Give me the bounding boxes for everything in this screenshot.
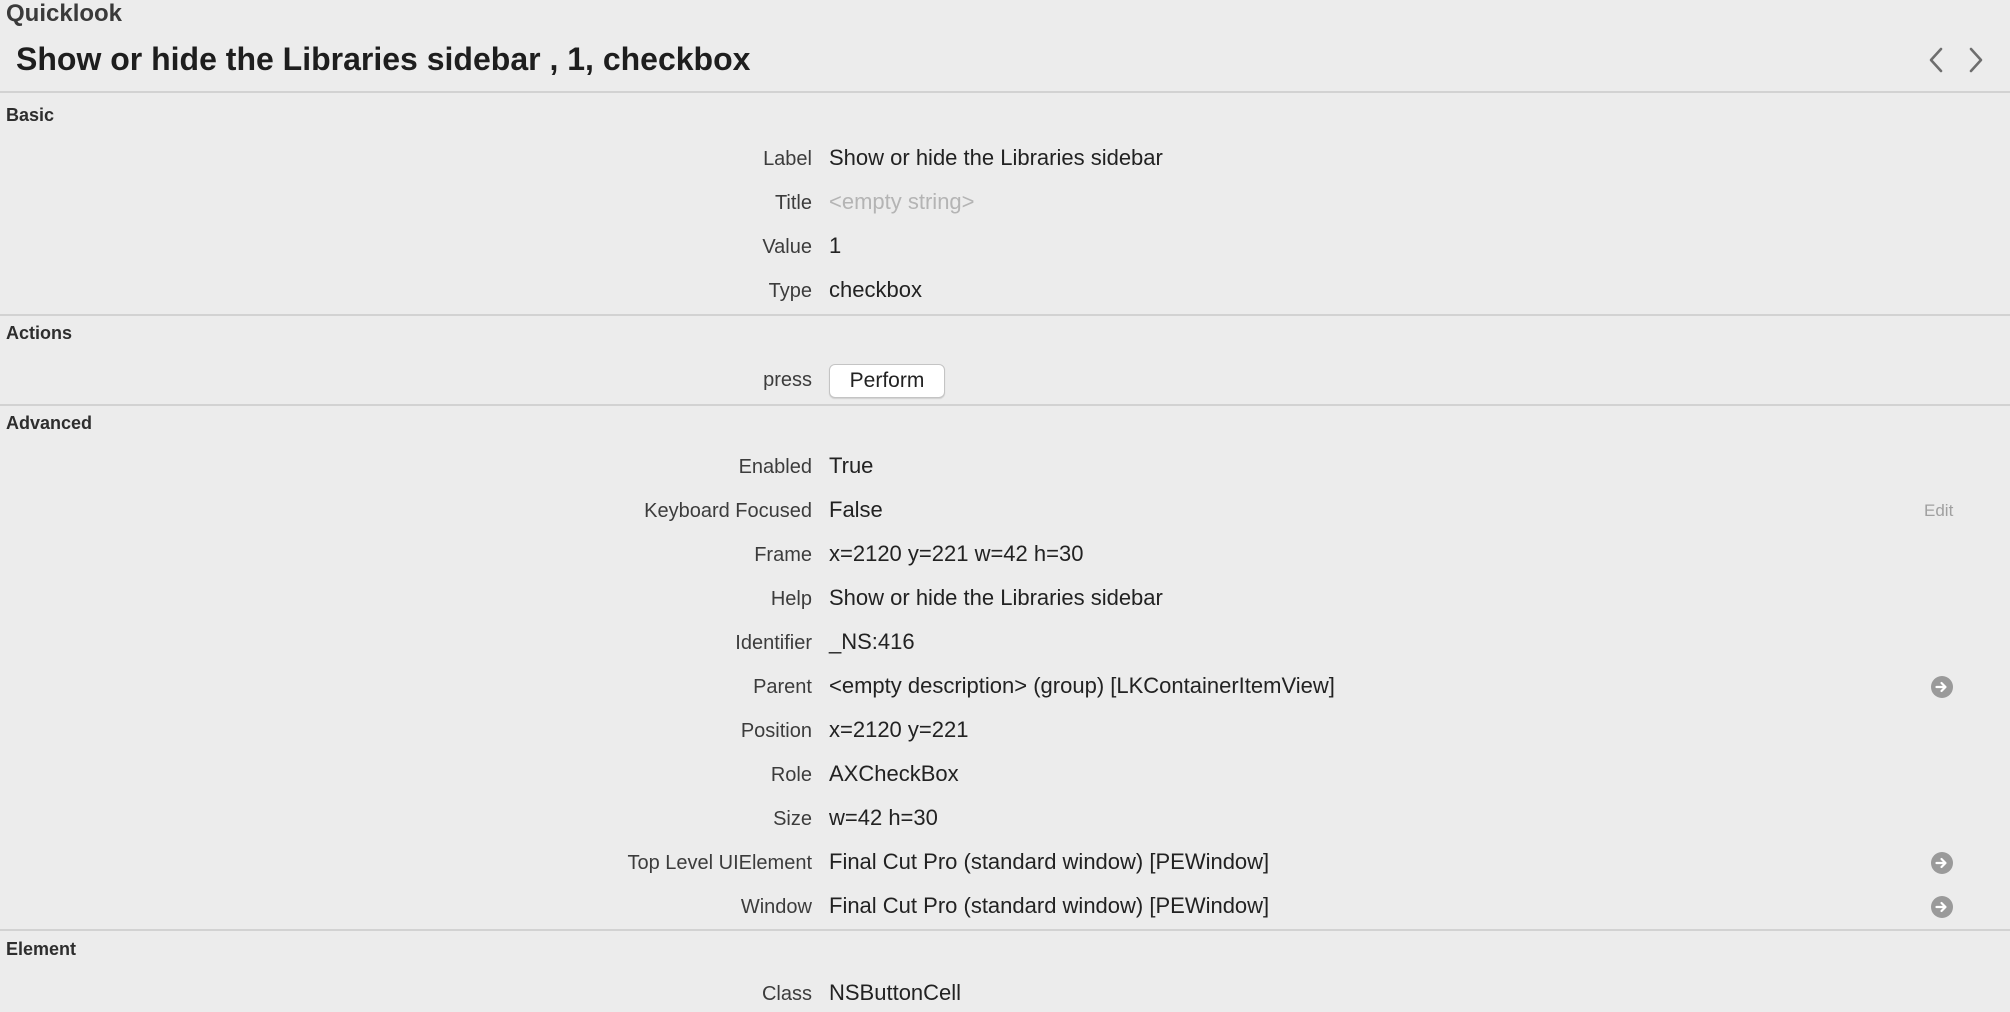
attribute-label: Size — [773, 808, 812, 830]
section-header-actions: Actions — [6, 323, 73, 343]
app-title: Quicklook — [6, 0, 123, 27]
attribute-row-role: Role AXCheckBox — [0, 757, 2010, 793]
attribute-row-title: Title <empty string> — [0, 185, 2010, 221]
attribute-label: Keyboard Focused — [644, 500, 812, 522]
attribute-label: Value — [762, 236, 812, 258]
attribute-label: Frame — [754, 544, 812, 566]
attribute-value[interactable]: Final Cut Pro (standard window) [PEWindo… — [829, 889, 1269, 923]
attribute-label: Class — [761, 983, 812, 1005]
attribute-row-window: Window Final Cut Pro (standard window) [… — [0, 889, 2010, 925]
attribute-value[interactable]: <empty string> — [829, 185, 975, 219]
attribute-value[interactable]: Show or hide the Libraries sidebar — [829, 141, 1163, 175]
attribute-row-frame: Frame x=2120 y=221 w=42 h=30 — [0, 537, 2010, 573]
chevron-left-icon[interactable] — [1922, 44, 1950, 76]
attribute-value[interactable]: <empty description> (group) [LKContainer… — [829, 669, 1335, 703]
attribute-row-keyboard-focused: Keyboard Focused False Edit — [0, 493, 2010, 529]
chevron-right-icon[interactable] — [1962, 44, 1990, 76]
section-divider — [0, 404, 2010, 406]
arrow-right-circle-icon[interactable] — [1931, 896, 1953, 918]
attribute-row-class: Class NSButtonCell — [0, 976, 2010, 1012]
attribute-value[interactable]: 1 — [829, 229, 841, 263]
attribute-value[interactable]: True — [829, 449, 873, 483]
arrow-right-circle-icon[interactable] — [1931, 676, 1953, 698]
attribute-row-position: Position x=2120 y=221 — [0, 713, 2010, 749]
attribute-row-top-level-uielement: Top Level UIElement Final Cut Pro (stand… — [0, 845, 2010, 881]
arrow-right-circle-icon[interactable] — [1931, 852, 1953, 874]
attribute-label: Help — [770, 588, 812, 610]
attribute-row-value: Value 1 — [0, 229, 2010, 265]
perform-button[interactable]: Perform — [829, 364, 945, 398]
attribute-value[interactable]: Final Cut Pro (standard window) [PEWindo… — [829, 845, 1269, 879]
attribute-label: Enabled — [738, 456, 812, 478]
attribute-row-enabled: Enabled True — [0, 449, 2010, 485]
section-header-element: Element — [6, 939, 77, 959]
action-label: press — [763, 369, 812, 391]
attribute-label: Type — [768, 280, 812, 302]
attribute-value[interactable]: NSButtonCell — [829, 976, 961, 1010]
attribute-value[interactable]: x=2120 y=221 — [829, 713, 968, 747]
section-header-advanced: Advanced — [6, 413, 93, 433]
attribute-label: Identifier — [735, 632, 812, 654]
section-divider — [0, 314, 2010, 316]
attribute-label: Role — [770, 764, 812, 786]
attribute-label: Position — [740, 720, 812, 742]
attribute-value[interactable]: Show or hide the Libraries sidebar — [829, 581, 1163, 615]
attribute-row-identifier: Identifier _NS:416 — [0, 625, 2010, 661]
attribute-value[interactable]: w=42 h=30 — [829, 801, 938, 835]
section-divider — [0, 929, 2010, 931]
attribute-value[interactable]: _NS:416 — [829, 625, 915, 659]
element-heading: Show or hide the Libraries sidebar , 1, … — [16, 41, 751, 77]
attribute-label: Window — [740, 896, 812, 918]
section-divider — [0, 91, 2010, 93]
attribute-row-parent: Parent <empty description> (group) [LKCo… — [0, 669, 2010, 705]
attribute-label: Parent — [753, 676, 812, 698]
attribute-label: Title — [774, 192, 812, 214]
attribute-label: Top Level UIElement — [627, 852, 812, 874]
attribute-row-size: Size w=42 h=30 — [0, 801, 2010, 837]
attribute-row-label: Label Show or hide the Libraries sidebar — [0, 141, 2010, 177]
edit-link[interactable]: Edit — [1924, 493, 1953, 529]
attribute-value[interactable]: x=2120 y=221 w=42 h=30 — [829, 537, 1083, 571]
action-row-press: press Perform — [0, 362, 2010, 398]
attribute-value[interactable]: AXCheckBox — [829, 757, 959, 791]
attribute-value[interactable]: False — [829, 493, 883, 527]
attribute-value[interactable]: checkbox — [829, 273, 922, 307]
attribute-row-help: Help Show or hide the Libraries sidebar — [0, 581, 2010, 617]
section-header-basic: Basic — [6, 105, 55, 125]
attribute-label: Label — [763, 148, 812, 170]
attribute-row-type: Type checkbox — [0, 273, 2010, 309]
